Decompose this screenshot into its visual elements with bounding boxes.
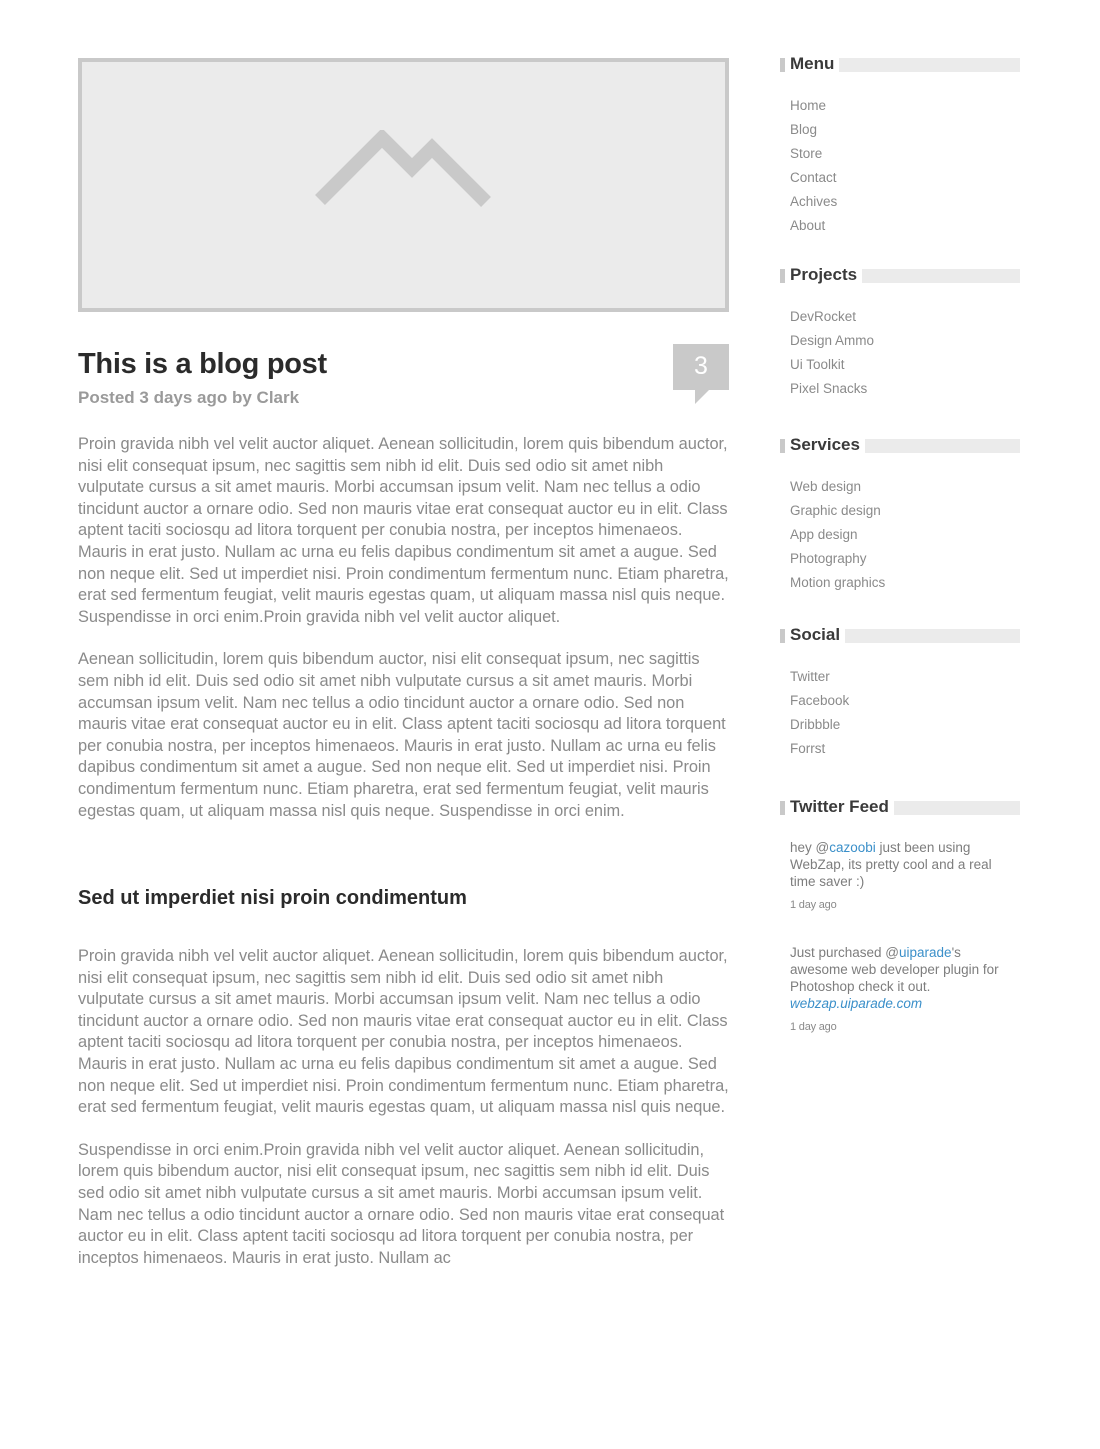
tweet: hey @cazoobi just been using WebZap, its…: [780, 839, 1000, 890]
sidebar-services-section: Services Web design Graphic design App d…: [780, 432, 1020, 595]
sidebar-services-list: Web design Graphic design App design Pho…: [780, 475, 1020, 595]
sidebar-item-photography[interactable]: Photography: [790, 547, 1020, 571]
sidebar-twitter-section: Twitter Feed hey @cazoobi just been usin…: [780, 794, 1020, 1033]
tweet-mention-link[interactable]: cazoobi: [829, 840, 876, 855]
sidebar-social-list: Twitter Facebook Dribbble Forrst: [780, 665, 1020, 761]
sidebar-item-facebook[interactable]: Facebook: [790, 689, 1020, 713]
sidebar-section-header: Social: [780, 622, 1020, 648]
sidebar-item-web-design[interactable]: Web design: [790, 475, 1020, 499]
sidebar-menu-section: Menu Home Blog Store Contact Achives Abo…: [780, 51, 1020, 238]
sidebar-projects-section: Projects DevRocket Design Ammo Ui Toolki…: [780, 262, 1020, 401]
sidebar: Menu Home Blog Store Contact Achives Abo…: [780, 51, 1020, 1033]
sidebar-section-header: Twitter Feed: [780, 794, 1020, 820]
post-header: This is a blog post Posted 3 days ago by…: [78, 344, 729, 434]
sidebar-projects-list: DevRocket Design Ammo Ui Toolkit Pixel S…: [780, 305, 1020, 401]
sidebar-item-twitter[interactable]: Twitter: [790, 665, 1020, 689]
sidebar-section-header: Projects: [780, 262, 1020, 288]
image-placeholder-icon: [314, 130, 491, 207]
post-paragraph: Suspendisse in orci enim.Proin gravida n…: [78, 1140, 725, 1267]
sidebar-section-title: Projects: [785, 262, 863, 288]
post-meta: Posted 3 days ago by Clark: [78, 388, 300, 407]
sidebar-item-forrst[interactable]: Forrst: [790, 737, 1020, 761]
sidebar-item-store[interactable]: Store: [790, 142, 1020, 166]
sidebar-item-app-design[interactable]: App design: [790, 523, 1020, 547]
sidebar-item-archives[interactable]: Achives: [790, 190, 1020, 214]
sidebar-menu-list: Home Blog Store Contact Achives About: [780, 94, 1020, 238]
sidebar-item-ui-toolkit[interactable]: Ui Toolkit: [790, 353, 1020, 377]
hero-image-placeholder: [78, 58, 729, 312]
main-column: This is a blog post Posted 3 days ago by…: [78, 58, 729, 1269]
sidebar-section-title: Social: [785, 622, 846, 648]
sidebar-social-section: Social Twitter Facebook Dribbble Forrst: [780, 622, 1020, 761]
post-paragraph: Proin gravida nibh vel velit auctor aliq…: [78, 435, 729, 626]
post-paragraph: Aenean sollicitudin, lorem quis bibendum…: [78, 650, 726, 820]
sidebar-section-header: Services: [780, 432, 1020, 458]
sidebar-item-motion-graphics[interactable]: Motion graphics: [790, 571, 1020, 595]
sidebar-item-graphic-design[interactable]: Graphic design: [790, 499, 1020, 523]
tweet-text: hey @: [790, 840, 830, 855]
sidebar-item-blog[interactable]: Blog: [790, 118, 1020, 142]
tweet-url-link[interactable]: webzap.uiparade.com: [790, 996, 922, 1011]
post-subheading: Sed ut imperdiet nisi proin condimentum: [78, 887, 467, 910]
tweet-timestamp: 1 day ago: [790, 899, 837, 911]
sidebar-item-dribbble[interactable]: Dribbble: [790, 713, 1020, 737]
sidebar-section-header: Menu: [780, 51, 1020, 77]
sidebar-item-devrocket[interactable]: DevRocket: [790, 305, 1020, 329]
sidebar-item-design-ammo[interactable]: Design Ammo: [790, 329, 1020, 353]
sidebar-item-about[interactable]: About: [790, 214, 1020, 238]
sidebar-item-contact[interactable]: Contact: [790, 166, 1020, 190]
post-paragraph: Proin gravida nibh vel velit auctor aliq…: [78, 947, 729, 1117]
sidebar-section-title: Twitter Feed: [785, 794, 894, 820]
sidebar-section-title: Menu: [785, 51, 840, 77]
sidebar-section-title: Services: [785, 432, 865, 458]
tweet: Just purchased @uiparade's awesome web d…: [780, 944, 1000, 1012]
tweet-text: Just purchased @: [790, 945, 900, 960]
comment-count-badge[interactable]: 3: [673, 344, 729, 404]
sidebar-item-home[interactable]: Home: [790, 94, 1020, 118]
tweet-mention-link[interactable]: uiparade: [899, 945, 952, 960]
sidebar-item-pixel-snacks[interactable]: Pixel Snacks: [790, 377, 1020, 401]
post-title[interactable]: This is a blog post: [78, 344, 729, 384]
tweet-timestamp: 1 day ago: [790, 1021, 837, 1033]
